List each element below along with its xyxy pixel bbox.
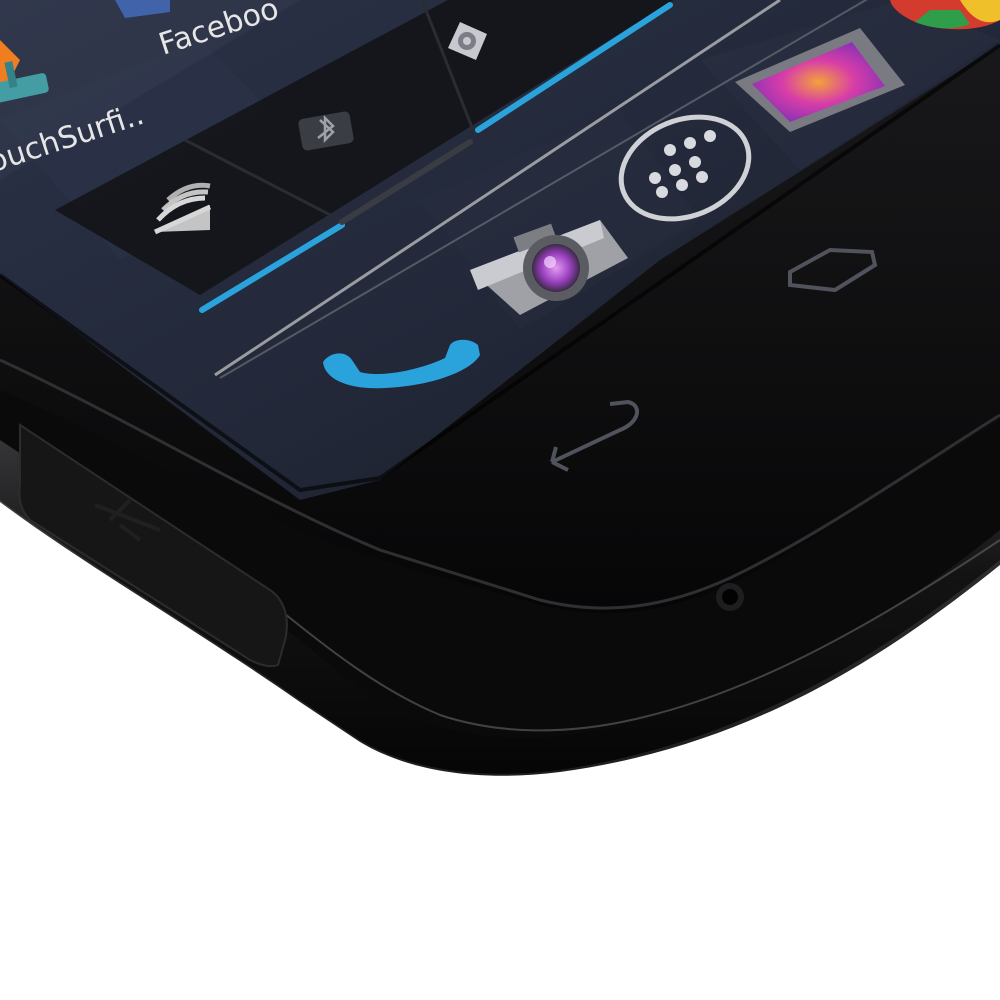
microphone-hole (716, 583, 744, 611)
phone-photo: ouchSurfi.. Faceboo (0, 0, 1000, 1000)
